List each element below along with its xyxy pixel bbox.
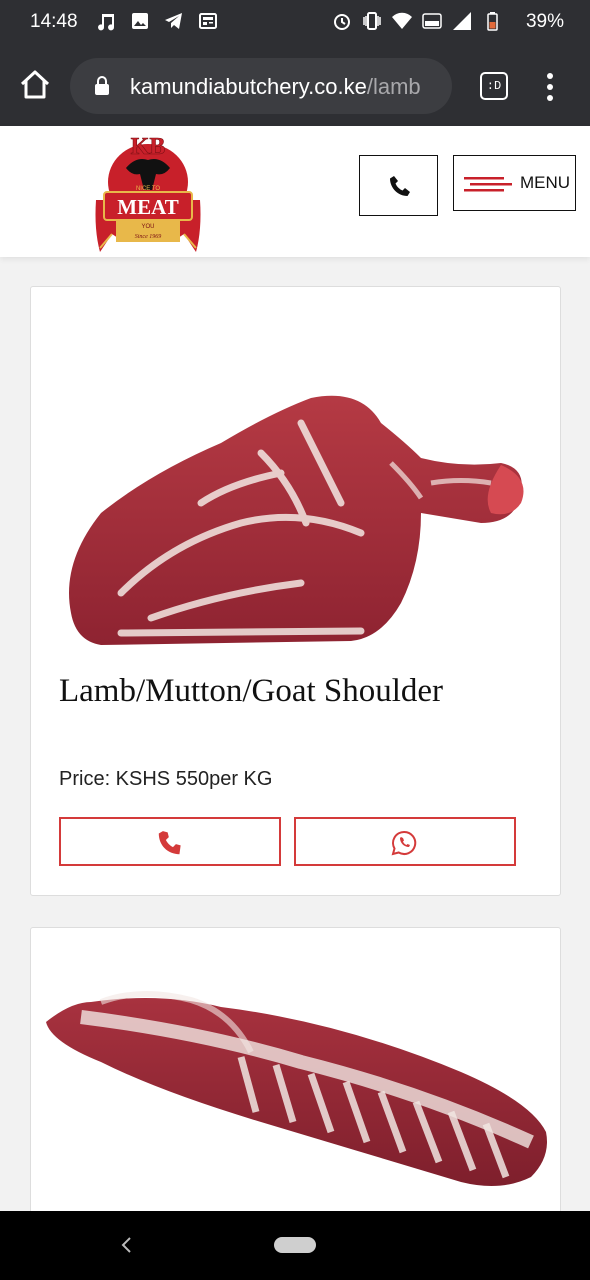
call-button[interactable] xyxy=(359,155,438,216)
status-time: 14:48 xyxy=(30,11,78,32)
music-note-icon xyxy=(98,14,115,31)
signal-icon xyxy=(453,12,471,30)
browser-toolbar: kamundiabutchery.co.ke/lamb :D xyxy=(0,46,590,126)
url-path: /lamb xyxy=(366,74,421,99)
site-header: KB NICE TO MEAT YOU Since 1969 MENU xyxy=(0,126,590,257)
logo-small-text: NICE TO xyxy=(136,186,160,192)
call-to-order-button[interactable] xyxy=(59,817,281,866)
lock-icon xyxy=(95,76,109,95)
product-title: Lamb/Mutton/Goat Shoulder xyxy=(59,673,444,709)
home-icon[interactable] xyxy=(18,68,52,102)
volte-icon xyxy=(422,13,442,29)
news-icon xyxy=(199,13,217,29)
system-navigation-bar xyxy=(0,1211,590,1280)
whatsapp-icon xyxy=(391,830,417,856)
back-icon[interactable] xyxy=(118,1235,136,1255)
notification-icons xyxy=(96,11,218,31)
telegram-icon xyxy=(165,13,182,29)
logo-main-text: MEAT xyxy=(117,195,178,219)
logo-top-text: KB xyxy=(131,134,166,160)
logo-since-text: Since 1969 xyxy=(135,234,162,240)
product-card xyxy=(30,927,561,1257)
alarm-icon xyxy=(334,14,350,30)
product-card: Lamb/Mutton/Goat Shoulder Price: KSHS 55… xyxy=(30,286,561,896)
battery-percent: 39% xyxy=(525,11,564,32)
hamburger-icon xyxy=(464,177,512,192)
menu-button[interactable]: MENU xyxy=(453,155,576,211)
phone-icon xyxy=(158,831,181,855)
lamb-rack-image xyxy=(46,991,547,1186)
more-options-icon[interactable] xyxy=(540,70,560,104)
battery-icon xyxy=(487,12,498,31)
menu-label: MENU xyxy=(520,173,571,192)
logo-bottom-text: YOU xyxy=(141,224,154,230)
lamb-shoulder-image xyxy=(69,395,524,645)
tab-switcher-button[interactable]: :D xyxy=(480,72,508,100)
phone-icon xyxy=(390,176,410,196)
system-icons xyxy=(332,11,502,31)
vibrate-icon xyxy=(363,12,381,30)
image-icon xyxy=(132,13,148,29)
address-bar[interactable]: kamundiabutchery.co.ke/lamb xyxy=(70,58,452,114)
kb-meat-logo[interactable]: KB NICE TO MEAT YOU Since 1969 xyxy=(90,130,206,256)
home-gesture-pill[interactable] xyxy=(274,1237,316,1253)
url-host: kamundiabutchery.co.ke xyxy=(130,74,367,99)
status-bar: 14:48 39% xyxy=(0,0,590,46)
wifi-icon xyxy=(392,12,412,30)
url-text: kamundiabutchery.co.ke/lamb xyxy=(130,74,421,100)
whatsapp-order-button[interactable] xyxy=(294,817,516,866)
product-price: Price: KSHS 550per KG xyxy=(59,768,273,790)
